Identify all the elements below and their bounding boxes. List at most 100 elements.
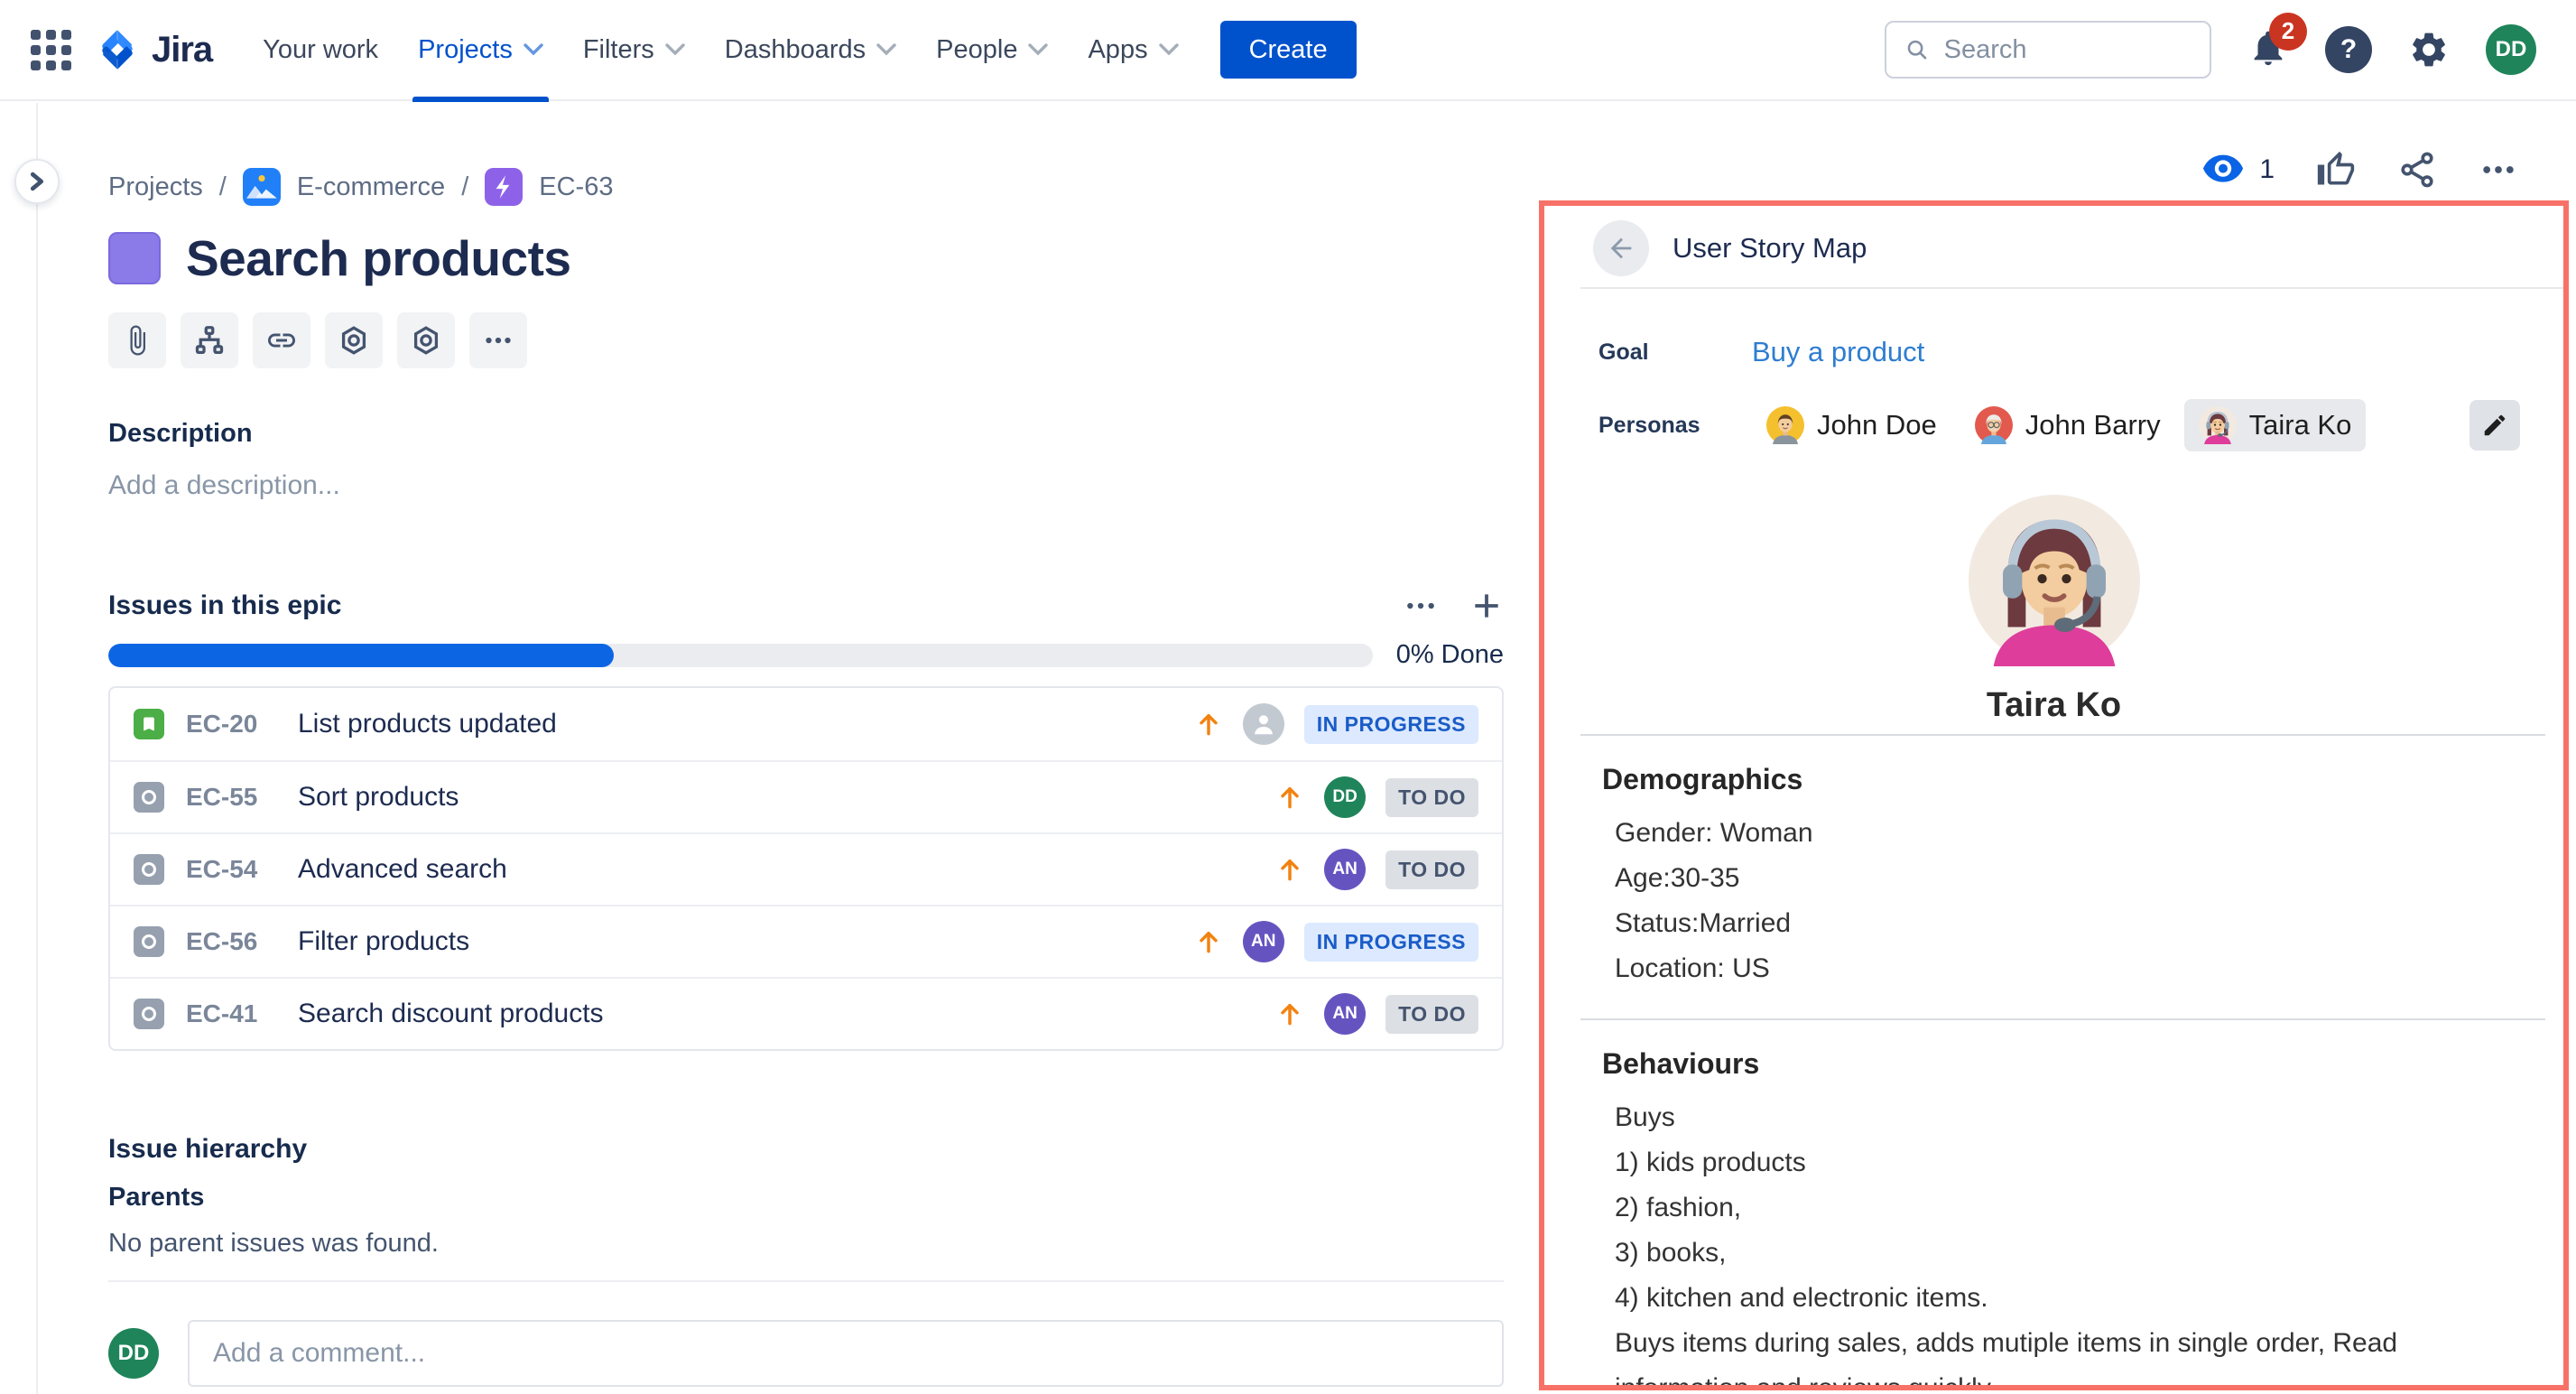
- assignee-avatar[interactable]: DD: [1324, 776, 1366, 818]
- nav-item-dashboards[interactable]: Dashboards: [705, 0, 916, 100]
- sidebar-expand-button[interactable]: [14, 159, 60, 204]
- paperclip-icon: [121, 324, 153, 357]
- issue-key: EC-56: [186, 927, 287, 956]
- sidebar-divider: [36, 103, 38, 1394]
- watch-button[interactable]: 1: [2201, 153, 2275, 187]
- persona-chip-taira-ko[interactable]: Taira Ko: [2184, 399, 2367, 451]
- demographic-item: Status:Married: [1602, 901, 2518, 946]
- notifications-button[interactable]: 2: [2247, 27, 2289, 73]
- jira-logo[interactable]: Jira: [94, 26, 212, 73]
- issue-row[interactable]: EC-55 Sort products DD TO DO: [110, 760, 1502, 832]
- persona-avatar-icon: [1975, 406, 2013, 444]
- like-button[interactable]: [2316, 150, 2356, 190]
- toolbar-more-button[interactable]: [469, 312, 527, 368]
- progress-bar: [108, 644, 1373, 667]
- app-switcher-icon[interactable]: [25, 24, 76, 75]
- assignee-avatar[interactable]: AN: [1324, 849, 1366, 890]
- nav-label: Apps: [1088, 35, 1147, 65]
- priority-up-icon: [1194, 927, 1223, 956]
- nav-item-projects[interactable]: Projects: [398, 0, 563, 100]
- comment-input[interactable]: [188, 1320, 1504, 1387]
- issue-title-row: Search products: [108, 229, 1504, 287]
- nav-label: Your work: [263, 35, 378, 65]
- issue-row[interactable]: EC-20 List products updated IN PROGRESS: [110, 688, 1502, 760]
- behaviour-item: Buys: [1602, 1095, 2518, 1140]
- issue-summary[interactable]: List products updated: [298, 709, 557, 739]
- nav-item-filters[interactable]: Filters: [563, 0, 705, 100]
- epic-issues-header: Issues in this epic: [108, 588, 1504, 624]
- panel-divider: [1580, 1018, 2545, 1020]
- issue-type-icon: [134, 854, 164, 885]
- personas-list: John Doe John Barry Taira Ko: [1752, 399, 2520, 451]
- nav-item-apps[interactable]: Apps: [1068, 0, 1198, 100]
- persona-chip-john-barry[interactable]: John Barry: [1960, 399, 2175, 451]
- jira-logo-icon: [94, 26, 141, 73]
- issue-row[interactable]: EC-41 Search discount products AN TO DO: [110, 977, 1502, 1049]
- search-input[interactable]: [1944, 35, 2191, 65]
- issue-summary[interactable]: Search discount products: [298, 999, 604, 1029]
- issue-row[interactable]: EC-54 Advanced search AN TO DO: [110, 832, 1502, 905]
- user-avatar[interactable]: DD: [2486, 24, 2536, 75]
- ellipsis-icon[interactable]: [1403, 588, 1439, 624]
- logo-text: Jira: [152, 30, 212, 70]
- hierarchy-icon: [193, 324, 226, 357]
- edit-personas-button[interactable]: [2469, 400, 2520, 451]
- status-badge[interactable]: TO DO: [1385, 995, 1478, 1034]
- issue-summary[interactable]: Advanced search: [298, 854, 507, 885]
- app-badge-button-2[interactable]: [397, 312, 455, 368]
- create-button[interactable]: Create: [1220, 21, 1357, 79]
- chevron-down-icon: [876, 43, 896, 56]
- app-badge-button-1[interactable]: [325, 312, 383, 368]
- project-avatar-icon: [243, 168, 281, 206]
- link-issue-button[interactable]: [253, 312, 310, 368]
- assignee-avatar-unassigned[interactable]: [1243, 703, 1284, 745]
- issue-key: EC-54: [186, 855, 287, 884]
- status-badge[interactable]: TO DO: [1385, 850, 1478, 889]
- assignee-avatar[interactable]: AN: [1243, 921, 1284, 962]
- status-badge[interactable]: IN PROGRESS: [1304, 705, 1478, 744]
- parents-label: Parents: [108, 1183, 1504, 1213]
- breadcrumb-projects[interactable]: Projects: [108, 172, 203, 202]
- breadcrumb: Projects / E-commerce / EC-63: [108, 168, 1504, 206]
- description-placeholder[interactable]: Add a description...: [108, 470, 1504, 501]
- breadcrumb-project-name[interactable]: E-commerce: [297, 172, 445, 202]
- epic-issues-heading: Issues in this epic: [108, 590, 341, 621]
- goal-link[interactable]: Buy a product: [1752, 336, 1924, 368]
- back-button[interactable]: [1593, 220, 1649, 276]
- attach-button[interactable]: [108, 312, 166, 368]
- issue-key: EC-41: [186, 999, 287, 1028]
- issue-summary[interactable]: Sort products: [298, 782, 459, 813]
- assignee-avatar[interactable]: AN: [1324, 993, 1366, 1035]
- breadcrumb-separator: /: [461, 172, 468, 202]
- issue-summary[interactable]: Filter products: [298, 926, 469, 957]
- breadcrumb-issue-key[interactable]: EC-63: [539, 172, 613, 202]
- behaviour-item: 3) books,: [1602, 1231, 2518, 1276]
- panel-header: User Story Map: [1544, 206, 2563, 282]
- share-button[interactable]: [2397, 150, 2437, 190]
- add-child-issue-button[interactable]: [181, 312, 238, 368]
- global-search[interactable]: [1885, 21, 2211, 79]
- help-button[interactable]: ?: [2325, 26, 2372, 73]
- nav-item-people[interactable]: People: [916, 0, 1068, 100]
- progress-label: 0% Done: [1396, 640, 1504, 670]
- nav-item-your-work[interactable]: Your work: [243, 0, 398, 100]
- nav-label: Projects: [418, 35, 513, 65]
- chevron-down-icon: [1159, 43, 1179, 56]
- status-badge[interactable]: IN PROGRESS: [1304, 923, 1478, 962]
- status-badge[interactable]: TO DO: [1385, 778, 1478, 817]
- settings-button[interactable]: [2408, 29, 2450, 70]
- arrow-left-icon: [1606, 233, 1636, 264]
- plus-icon[interactable]: [1469, 589, 1504, 623]
- epic-color-swatch[interactable]: [108, 232, 161, 284]
- notification-badge: 2: [2269, 13, 2307, 51]
- persona-chip-john-doe[interactable]: John Doe: [1752, 399, 1951, 451]
- hex-nut-icon: [410, 324, 442, 357]
- more-actions-button[interactable]: [2479, 150, 2518, 190]
- persona-avatar-icon: [2199, 406, 2237, 444]
- panel-divider: [1580, 734, 2545, 736]
- pencil-icon: [2481, 412, 2508, 439]
- issue-row[interactable]: EC-56 Filter products AN IN PROGRESS: [110, 905, 1502, 977]
- panel-divider: [1580, 287, 2563, 289]
- chevron-down-icon: [1028, 43, 1048, 56]
- persona-detail: Taira Ko: [1544, 495, 2563, 725]
